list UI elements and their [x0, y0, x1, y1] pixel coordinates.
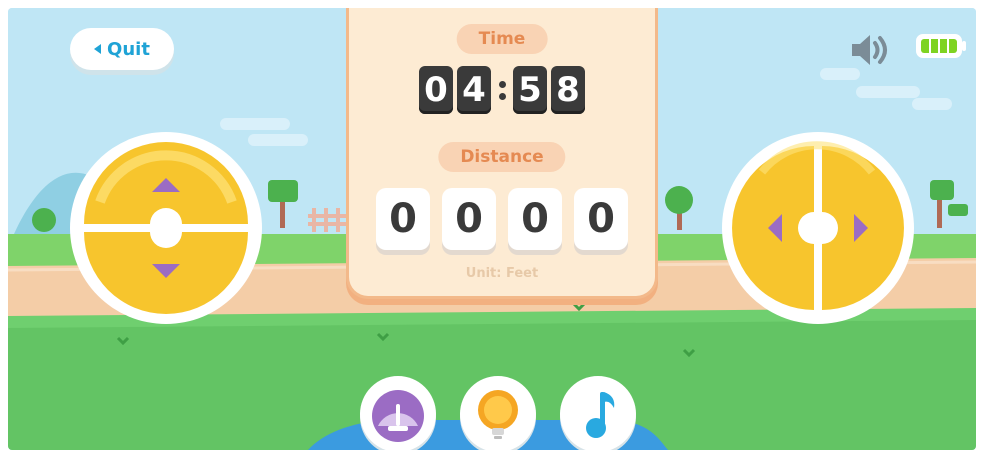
time-label: Time [456, 24, 548, 54]
battery-icon [916, 34, 966, 58]
timer-digit: 5 [513, 66, 547, 114]
lightbulb-icon [478, 390, 518, 439]
distance-digit: 0 [376, 188, 430, 250]
timer-digit: 8 [551, 66, 585, 114]
distance-label: Distance [438, 142, 566, 172]
speaker-icon[interactable] [850, 33, 890, 67]
vertical-dpad [70, 132, 262, 324]
distance-display: 0 0 0 0 [349, 188, 655, 250]
speedometer-icon [372, 390, 424, 442]
unit-label: Unit: Feet [465, 266, 539, 281]
horizontal-dpad [722, 132, 914, 324]
timer-colon [495, 75, 509, 105]
timer-digit: 4 [457, 66, 491, 114]
speed-button[interactable] [360, 376, 436, 450]
scoreboard-panel: Time 0 4 5 8 Distance 0 0 0 0 Unit: Feet [346, 8, 658, 299]
back-arrow-icon [94, 44, 102, 54]
distance-digit: 0 [574, 188, 628, 250]
quit-label: Quit [107, 38, 150, 60]
music-note-icon [586, 392, 615, 438]
quit-button[interactable]: Quit [70, 28, 174, 70]
distance-digit: 0 [508, 188, 562, 250]
hint-button[interactable] [460, 376, 536, 450]
timer-display: 0 4 5 8 [349, 66, 655, 114]
distance-digit: 0 [442, 188, 496, 250]
game-screen: Quit Time 0 4 5 8 Distance 0 0 0 0 Unit:… [8, 8, 976, 450]
timer-digit: 0 [419, 66, 453, 114]
music-button[interactable] [560, 376, 636, 450]
